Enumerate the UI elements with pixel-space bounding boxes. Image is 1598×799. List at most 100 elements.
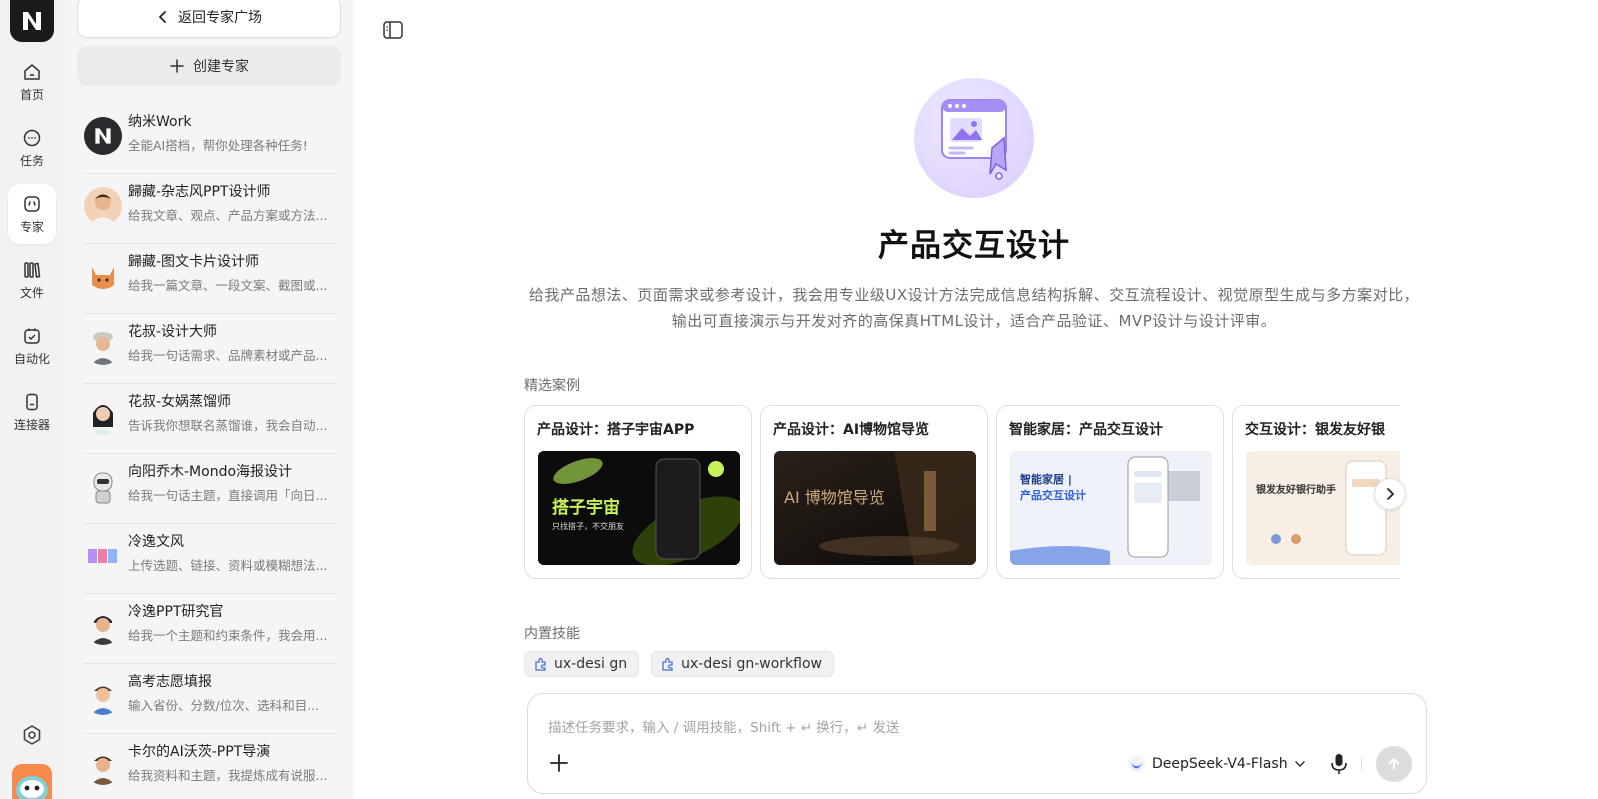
thumb-sub: 产品交互设计	[1020, 488, 1086, 502]
case-thumbnail: 智能家居 | 产品交互设计	[1010, 451, 1212, 565]
page-description: 给我产品想法、页面需求或参考设计，我会用专业级UX设计方法完成信息结构拆解、交互…	[528, 286, 1420, 330]
case-thumbnail: 银发友好银行助手	[1246, 451, 1400, 565]
case-thumbnail: 搭子宇宙 只找搭子，不交朋友	[538, 451, 740, 565]
logo-icon	[23, 12, 41, 30]
case-thumbnail-art: AI 博物馆导览	[774, 451, 976, 565]
rail-item-files[interactable]: 文件	[8, 250, 56, 310]
books-icon	[24, 261, 41, 278]
expert-avatar	[84, 467, 122, 505]
deepseek-logo-icon	[1129, 756, 1145, 772]
expert-desc: 输入省份、分数/位次、选科和目...	[128, 698, 320, 713]
expert-avatar	[84, 677, 122, 715]
person-avatar-icon	[91, 332, 115, 365]
expert-avatar	[84, 257, 122, 295]
rail-item-automation[interactable]: 自动化	[8, 316, 56, 376]
case-thumbnail: AI 博物馆导览	[774, 451, 976, 565]
mascot-icon	[16, 776, 48, 799]
skill-name: ux-desi gn-workflow	[681, 656, 822, 672]
carousel-next-button[interactable]	[1374, 478, 1406, 510]
expert-desc: 给我一句话主题，直接调用「向日...	[128, 488, 328, 503]
plus-icon	[170, 59, 184, 73]
sidebar-toggle-icon[interactable]	[382, 20, 404, 40]
expert-item[interactable]: 歸藏-图文卡片设计师 给我一篇文章、一段文案、截图或...	[84, 244, 336, 314]
left-rail: 首页 任务 专家 文件 自动化 连接器	[0, 0, 64, 799]
expert-item[interactable]: 高考志愿填报 输入省份、分数/位次、选科和目...	[84, 664, 336, 734]
expert-item[interactable]: 纳米Work 全能AI搭档，帮你处理各种任务!	[84, 104, 336, 174]
rail-label: 任务	[19, 153, 44, 168]
expert-desc: 全能AI搭档，帮你处理各种任务!	[128, 138, 308, 153]
expert-item[interactable]: 向阳乔木-Mondo海报设计 给我一句话主题，直接调用「向日...	[84, 454, 336, 524]
back-to-plaza-button[interactable]: 返回专家广场	[77, 0, 341, 38]
case-title: 产品设计：AI博物馆导览	[773, 422, 930, 438]
rail-label: 自动化	[13, 351, 50, 366]
brand-logo-icon	[88, 549, 117, 563]
chat-composer[interactable]: 描述任务要求，输入 / 调用技能，Shift + ↵ 换行，↵ 发送 DeepS…	[527, 693, 1427, 794]
thumb-title: 智能家居 |	[1020, 472, 1072, 486]
expert-item[interactable]: 冷逸文风 上传选题、链接、资料或模糊想法...	[84, 524, 336, 594]
expert-item[interactable]: 冷逸PPT研究官 给我一个主题和约束条件，我会用...	[84, 594, 336, 664]
create-expert-button[interactable]: 创建专家	[77, 46, 341, 86]
expert-icon	[24, 195, 40, 212]
home-icon	[24, 63, 40, 80]
composer-placeholder[interactable]: 描述任务要求，输入 / 调用技能，Shift + ↵ 换行，↵ 发送	[548, 716, 899, 736]
expert-desc: 上传选题、链接、资料或模糊想法...	[128, 558, 328, 573]
skill-chip[interactable]: ux-desi gn-workflow	[651, 651, 834, 677]
expert-desc: 给我一个主题和约束条件，我会用...	[128, 628, 328, 643]
create-label: 创建专家	[193, 59, 249, 75]
expert-item[interactable]: 花叔-设计大师 给我一句话需求、品牌素材或产品...	[84, 314, 336, 384]
expert-avatar	[84, 747, 122, 785]
rail-item-connectors[interactable]: 连接器	[8, 382, 56, 442]
skills-list: ux-desi gn ux-desi gn-workflow	[524, 651, 834, 677]
rail-item-tasks[interactable]: 任务	[8, 118, 56, 178]
expert-avatar	[84, 327, 122, 365]
expert-desc: 给我资料和主题，我提炼成有说服...	[128, 768, 328, 783]
case-thumbnail-art: 搭子宇宙 只找搭子，不交朋友	[538, 451, 740, 565]
skill-chip[interactable]: ux-desi gn	[524, 651, 640, 677]
expert-name: 花叔-设计大师	[128, 324, 218, 340]
expert-item[interactable]: 花叔-女娲蒸馏师 告诉我你想联名蒸馏谁，我会自动...	[84, 384, 336, 454]
expert-avatar	[84, 537, 122, 575]
chevron-right-icon	[1387, 488, 1394, 500]
puzzle-icon	[662, 657, 673, 671]
robot-avatar-icon	[93, 472, 113, 504]
back-label: 返回专家广场	[178, 10, 262, 26]
rail-label: 文件	[19, 285, 44, 300]
send-button[interactable]	[1376, 746, 1412, 782]
person-avatar-icon	[91, 616, 115, 645]
expert-item[interactable]: 卡尔的AI沃茨-PPT导演 给我资料和主题，我提炼成有说服...	[84, 734, 336, 799]
expert-desc: 告诉我你想联名蒸馏谁，我会自动...	[128, 418, 328, 433]
cases-carousel: 产品设计：搭子宇宙APP 搭子宇宙 只找搭子，不交朋友 产品设计：AI博物馆导览	[524, 405, 1400, 579]
page-title: 产品交互设计	[878, 228, 1070, 264]
app-logo[interactable]	[10, 0, 54, 42]
expert-name: 歸藏-杂志风PPT设计师	[128, 184, 271, 200]
case-title: 智能家居：产品交互设计	[1009, 422, 1163, 438]
rail-item-experts[interactable]: 专家	[8, 184, 56, 244]
microphone-icon[interactable]	[1328, 752, 1350, 776]
arrow-up-icon	[1388, 758, 1400, 770]
expert-name: 冷逸文风	[128, 534, 184, 550]
expert-name: 纳米Work	[128, 114, 192, 130]
expert-desc: 给我一句话需求、品牌素材或产品...	[128, 348, 328, 363]
model-selector[interactable]: DeepSeek-V4-Flash	[1128, 752, 1306, 776]
expert-item[interactable]: 歸藏-杂志风PPT设计师 给我文章、观点、产品方案或方法...	[84, 174, 336, 244]
case-card[interactable]: 智能家居：产品交互设计 智能家居 | 产品交互设计	[996, 405, 1224, 579]
case-card[interactable]: 产品设计：AI博物馆导览 AI 博物馆导览	[760, 405, 988, 579]
expert-avatar	[84, 187, 122, 225]
logo-icon	[95, 128, 111, 144]
rail-item-home[interactable]: 首页	[8, 52, 56, 112]
expert-name: 花叔-女娲蒸馏师	[128, 394, 232, 410]
case-thumbnail-art: 银发友好银行助手	[1246, 451, 1400, 565]
add-attachment-icon[interactable]	[548, 752, 570, 774]
thumb-title: 搭子宇宙	[552, 497, 620, 518]
mascot-avatar[interactable]	[12, 764, 52, 799]
puzzle-icon	[535, 657, 546, 671]
expert-list: 纳米Work 全能AI搭档，帮你处理各种任务! 歸藏-杂志风PPT设计师 给我文…	[84, 104, 336, 799]
cases-label: 精选案例	[524, 378, 580, 394]
settings-icon[interactable]	[20, 723, 44, 747]
case-card[interactable]: 产品设计：搭子宇宙APP 搭子宇宙 只找搭子，不交朋友	[524, 405, 752, 579]
skill-name: ux-desi gn	[554, 656, 628, 672]
expert-hero-icon	[914, 78, 1034, 198]
rail-label: 专家	[19, 219, 44, 234]
app-window: 首页 任务 专家 文件 自动化 连接器 返回专家广场 创建专家 纳米Work 全…	[0, 0, 1598, 799]
rail-label: 连接器	[13, 417, 50, 432]
